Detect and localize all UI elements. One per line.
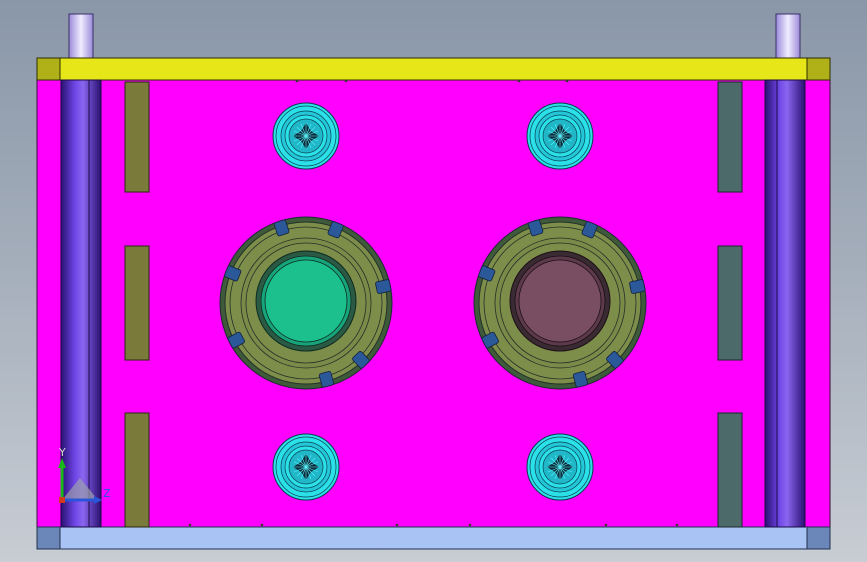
screw-bottom-left[interactable]	[272, 433, 340, 501]
x-axis-origin	[59, 497, 65, 503]
mold-assembly-drawing[interactable]: Y Z	[0, 0, 867, 562]
top-plate-corner-left	[36, 57, 61, 81]
cavity-insert-maroon[interactable]	[518, 259, 602, 343]
support-block-left-3[interactable]	[124, 412, 150, 528]
cavity-insert-green[interactable]	[264, 259, 348, 343]
cad-viewport[interactable]: Y Z	[0, 0, 867, 562]
guide-pin-top-left	[68, 13, 94, 61]
screw-bottom-right[interactable]	[526, 433, 594, 501]
bottom-plate-corner-right	[806, 526, 831, 550]
guide-pillar-left[interactable]	[60, 79, 102, 528]
support-block-left-1[interactable]	[124, 81, 150, 193]
support-block-right-2[interactable]	[717, 245, 743, 361]
z-axis-label: Z	[103, 487, 111, 500]
top-clamp-plate[interactable]	[36, 57, 831, 81]
bottom-plate-corner-left	[36, 526, 61, 550]
y-axis-label: Y	[58, 446, 66, 459]
bottom-clamp-plate[interactable]	[36, 526, 831, 550]
cavity-plate[interactable]	[36, 79, 831, 528]
support-block-right-1[interactable]	[717, 81, 743, 193]
guide-pin-top-right	[775, 13, 801, 61]
screw-top-right[interactable]	[526, 102, 594, 170]
screw-top-left[interactable]	[272, 102, 340, 170]
guide-pillar-right[interactable]	[764, 79, 806, 528]
support-block-right-3[interactable]	[717, 412, 743, 528]
top-plate-corner-right	[806, 57, 831, 81]
support-block-left-2[interactable]	[124, 245, 150, 361]
